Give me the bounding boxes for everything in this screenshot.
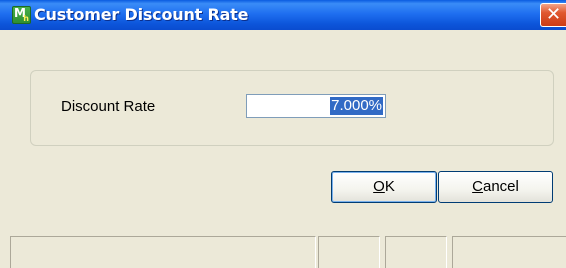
- discount-rate-label: Discount Rate: [61, 98, 156, 115]
- status-panel-3: [385, 236, 447, 268]
- status-panel-2: [318, 236, 380, 268]
- cancel-label-rest: ancel: [482, 178, 519, 195]
- ok-mnemonic: O: [373, 178, 385, 195]
- discount-rate-value: 7.000%: [330, 97, 383, 115]
- close-icon: ✕: [545, 4, 562, 25]
- discount-rate-input[interactable]: 7.000%: [246, 94, 386, 118]
- title-bar[interactable]: Mh Customer Discount Rate ✕: [0, 0, 566, 30]
- app-icon: Mh: [12, 6, 31, 24]
- window-title: Customer Discount Rate: [34, 5, 249, 24]
- ok-button[interactable]: OK: [331, 171, 437, 203]
- cancel-mnemonic: C: [472, 178, 483, 195]
- cancel-button[interactable]: Cancel: [438, 171, 553, 203]
- close-button[interactable]: ✕: [540, 3, 566, 27]
- status-panel-1: [10, 236, 316, 268]
- status-panel-4: [452, 236, 566, 268]
- ok-label-rest: K: [384, 178, 395, 195]
